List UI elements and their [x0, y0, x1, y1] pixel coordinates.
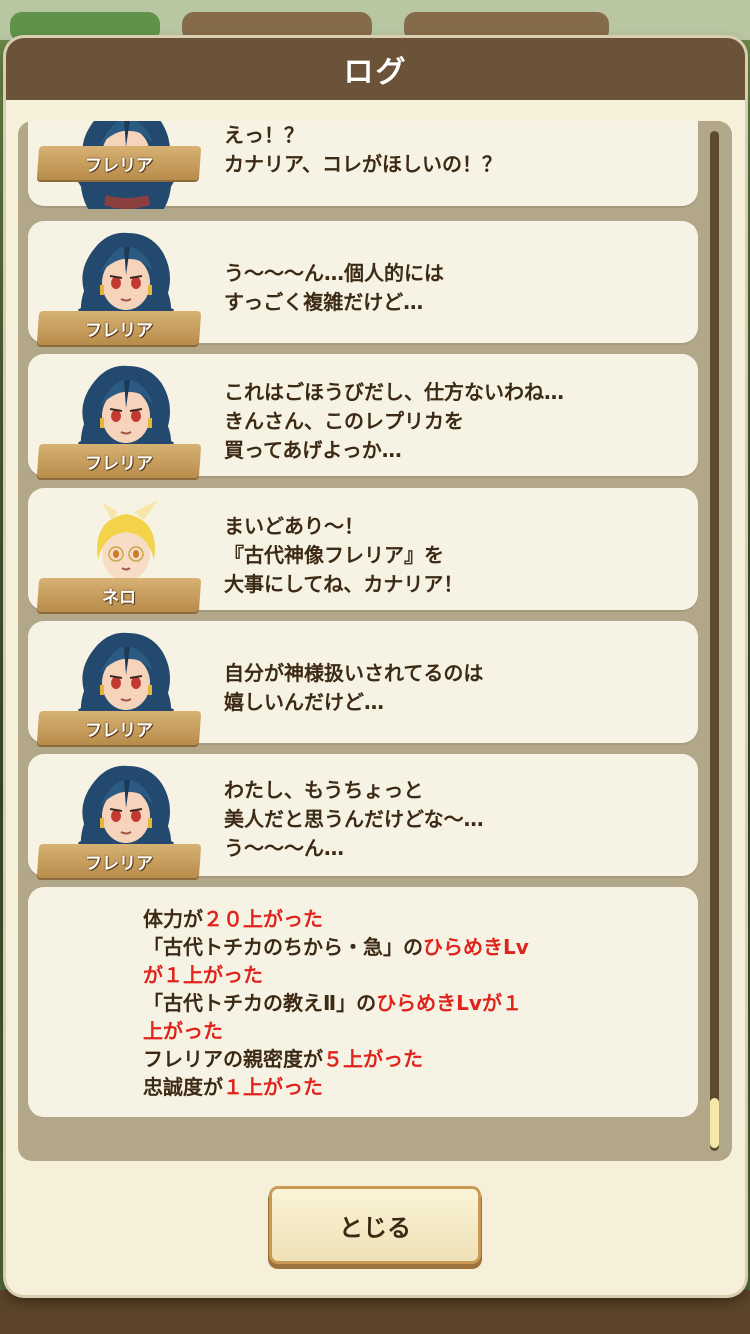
dialog-line: わたし、もうちょっと 美人だと思うんだけどな〜… う〜〜〜ん…	[224, 778, 484, 860]
result-line: 上がった	[143, 1017, 683, 1045]
result-lines: 体力が２０上がった 「古代トチカのちから・急」のひらめきLv が１上がった 「古代トチ…	[143, 905, 683, 1101]
close-button[interactable]: とじる	[272, 1189, 478, 1261]
speaker-nameplate: フレリア	[36, 444, 202, 478]
dialog-line: まいどあり〜！ 『古代神像フレリア』を 大事にしてね、カナリア！	[224, 514, 464, 596]
log-entry: フレリア う〜〜〜ん…個人的には すっごく複雑だけど…	[28, 221, 698, 345]
result-text: フレリアの親密度が	[143, 1047, 323, 1071]
speaker-nameplate: ネロ	[36, 578, 202, 612]
dialog-header: ログ	[6, 38, 745, 100]
scrollbar-thumb[interactable]	[710, 1098, 719, 1148]
result-line: 忠誠度が１上がった	[143, 1073, 683, 1101]
result-line: フレリアの親密度が５上がった	[143, 1045, 683, 1073]
result-line: 「古代トチカの教えⅡ」のひらめきLvが１	[143, 989, 683, 1017]
log-entry: ネロ まいどあり〜！ 『古代神像フレリア』を 大事にしてね、カナリア！	[28, 488, 698, 612]
speaker-name: フレリア	[85, 155, 153, 176]
result-text: 体力が	[143, 907, 203, 931]
result-text: 忠誠度が	[143, 1075, 223, 1099]
close-button-label: とじる	[339, 1213, 411, 1242]
scrollbar-track[interactable]	[710, 131, 719, 1151]
log-entry: フレリア これはごほうびだし、仕方ないわね… きんさん、このレプリカを 買ってあげ…	[28, 354, 698, 478]
speaker-nameplate: フレリア	[36, 311, 202, 345]
result-line: 「古代トチカのちから・急」のひらめきLv	[143, 933, 683, 961]
result-text: 「古代トチカのちから・急」の	[143, 935, 423, 959]
result-value: が１上がった	[143, 963, 263, 987]
speaker-name: フレリア	[85, 720, 153, 741]
result-value: ひらめきLvが１	[376, 991, 522, 1015]
speaker-nameplate: フレリア	[36, 711, 202, 745]
speaker-nameplate: フレリア	[36, 844, 202, 878]
result-text: 「古代トチカの教えⅡ」の	[143, 991, 377, 1015]
result-value: 上がった	[143, 1019, 223, 1043]
speaker-name: ネロ	[102, 587, 136, 608]
dialog-title: ログ	[343, 55, 408, 90]
result-value: ２０上がった	[203, 907, 323, 931]
log-list: 体力が２０上がった 「古代トチカのちから・急」のひらめきLv が１上がった 「古代トチ…	[18, 121, 732, 1161]
result-value: ５上がった	[323, 1047, 423, 1071]
speaker-name: フレリア	[85, 320, 153, 341]
dialog-line: これはごほうびだし、仕方ないわね… きんさん、このレプリカを 買ってあげよっか…	[224, 380, 564, 462]
result-value: ひらめきLv	[423, 935, 529, 959]
dialog-line: 自分が神様扱いされてるのは 嬉しいんだけど…	[224, 661, 484, 714]
speaker-name: フレリア	[85, 853, 153, 874]
background-bottom-bar	[0, 1290, 750, 1334]
result-value: １上がった	[223, 1075, 323, 1099]
log-entry: フレリア 自分が神様扱いされてるのは 嬉しいんだけど…	[28, 621, 698, 745]
log-entry: フレリア わたし、もうちょっと 美人だと思うんだけどな〜… う〜〜〜ん…	[28, 754, 698, 878]
speaker-nameplate: フレリア	[36, 146, 202, 180]
log-panel[interactable]: 体力が２０上がった 「古代トチカのちから・急」のひらめきLv が１上がった 「古代トチ…	[18, 121, 732, 1161]
speaker-name: フレリア	[85, 453, 153, 474]
dialog-line: えっ！？ カナリア、コレがほしいの！？	[224, 123, 502, 176]
dialog-line: う〜〜〜ん…個人的には すっごく複雑だけど…	[224, 261, 444, 314]
result-line: 体力が２０上がった	[143, 905, 683, 933]
log-entry: フレリア えっ！？ カナリア、コレがほしいの！？	[28, 121, 698, 209]
result-card: 体力が２０上がった 「古代トチカのちから・急」のひらめきLv が１上がった 「古代トチ…	[28, 887, 698, 1117]
result-line: が１上がった	[143, 961, 683, 989]
log-dialog: ログ 体力が２０上がった 「古代トチカのちから・急」のひらめきLv が１上がった 「古…	[6, 38, 745, 1295]
